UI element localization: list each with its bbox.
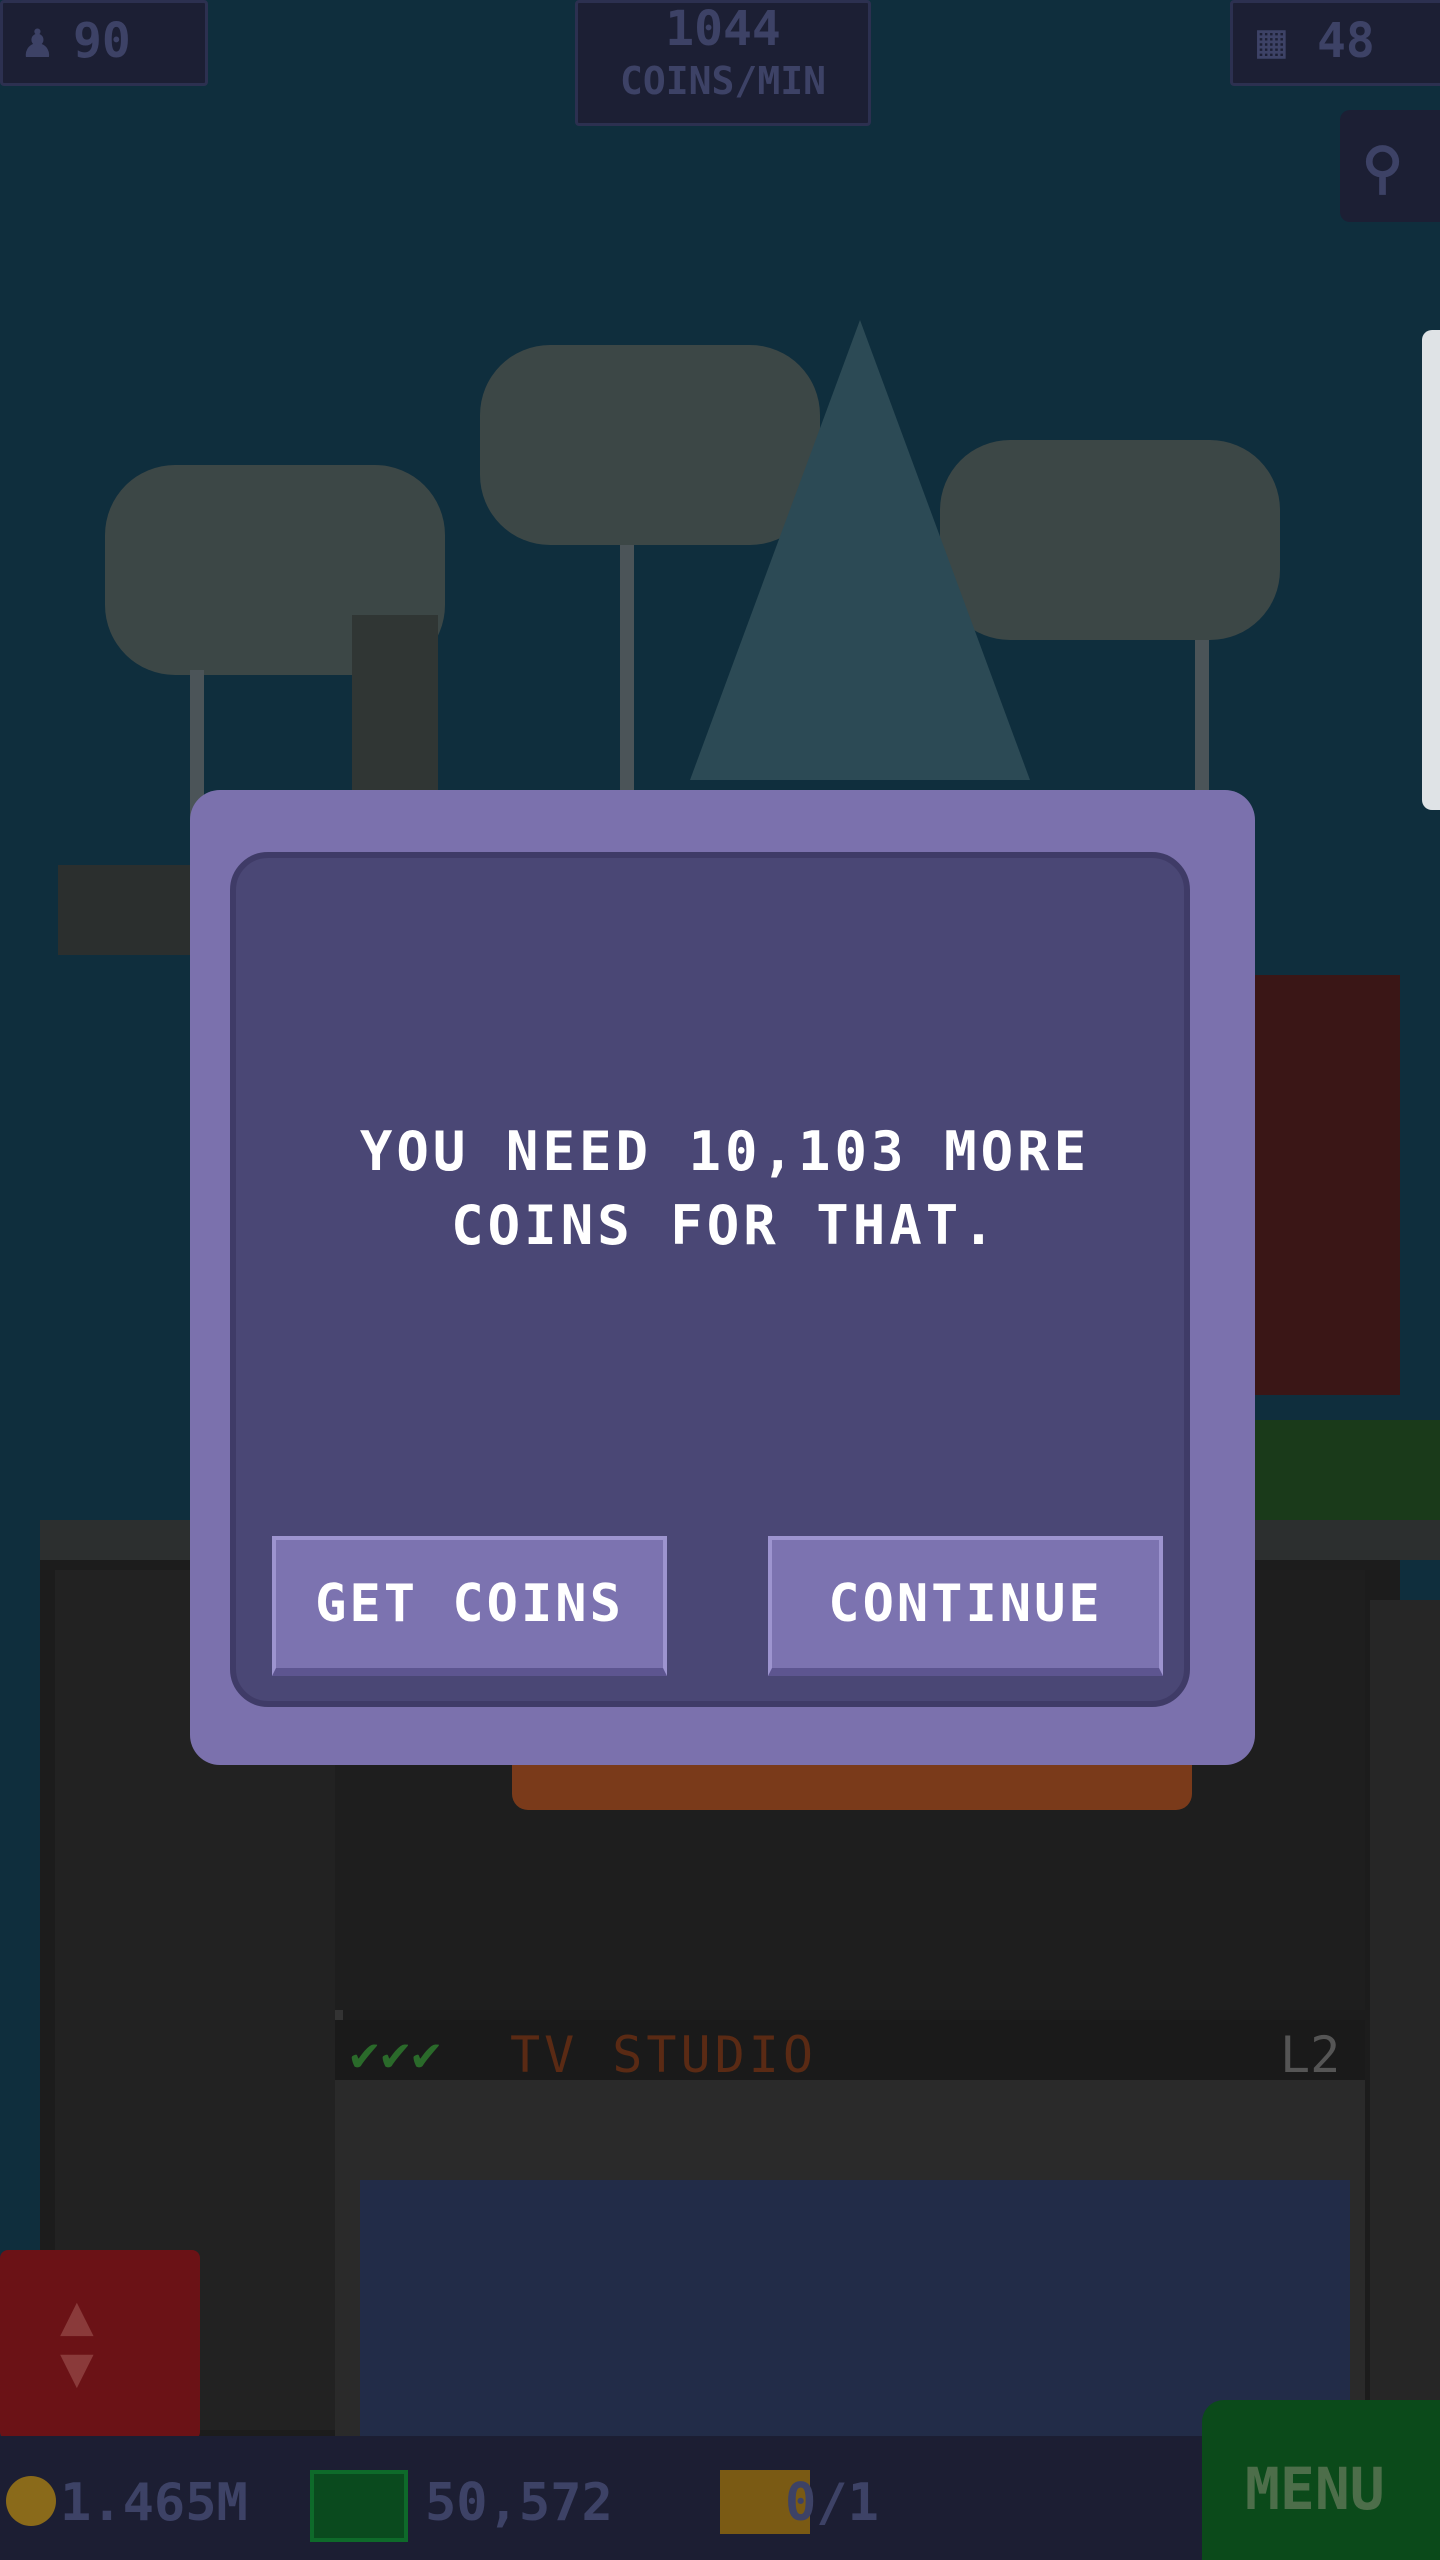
population-counter[interactable]: ♟ 90 [0, 0, 208, 86]
antenna-building [352, 615, 438, 805]
person-icon: ♟ [23, 13, 52, 69]
floor-level: L2 [1280, 2026, 1341, 2084]
tower-right-rail [1370, 1600, 1440, 2440]
mountain-peak [690, 320, 1030, 780]
tickets-value: 0/1 [785, 2473, 879, 2533]
magnifier-icon: ⚲ [1362, 136, 1404, 201]
sign-pole [620, 545, 634, 805]
floor-header [335, 2020, 1365, 2080]
coins-per-min-value: 1044 [665, 1, 781, 57]
search-button[interactable]: ⚲ [1340, 110, 1440, 222]
floor-count-value: 48 [1317, 13, 1375, 69]
menu-label: MENU [1245, 2455, 1385, 2523]
dialog-message: YOU NEED 10,103 MORE COINS FOR THAT. [359, 1120, 1091, 1257]
rooftop-grass [1255, 1420, 1440, 1520]
coins-per-min-label: COINS/MIN [620, 59, 826, 103]
billboard [58, 865, 198, 955]
continue-button[interactable]: CONTINUE [768, 1536, 1163, 1676]
up-down-arrows-icon: ▲ ▼ [60, 2283, 94, 2400]
building-icon: ▦ [1257, 13, 1286, 69]
bux-value: 50,572 [425, 2473, 613, 2533]
get-coins-button[interactable]: GET COINS [272, 1536, 667, 1676]
coins-per-min-display: 1044 COINS/MIN [575, 0, 871, 126]
side-panel-tab[interactable] [1422, 330, 1440, 810]
floor-checks: ✔✔✔ [350, 2026, 443, 2082]
coins-value: 1.465M [60, 2473, 248, 2533]
floor-counter[interactable]: ▦ 48 [1230, 0, 1440, 86]
coin-icon [6, 2476, 56, 2526]
bux-icon [310, 2470, 408, 2542]
elevator-button[interactable]: ▲ ▼ [0, 2250, 200, 2440]
population-value: 90 [73, 13, 131, 69]
floor-name: TV STUDIO [510, 2026, 817, 2084]
rooftop-silo [1250, 975, 1400, 1395]
studio-scene [360, 2180, 1350, 2440]
